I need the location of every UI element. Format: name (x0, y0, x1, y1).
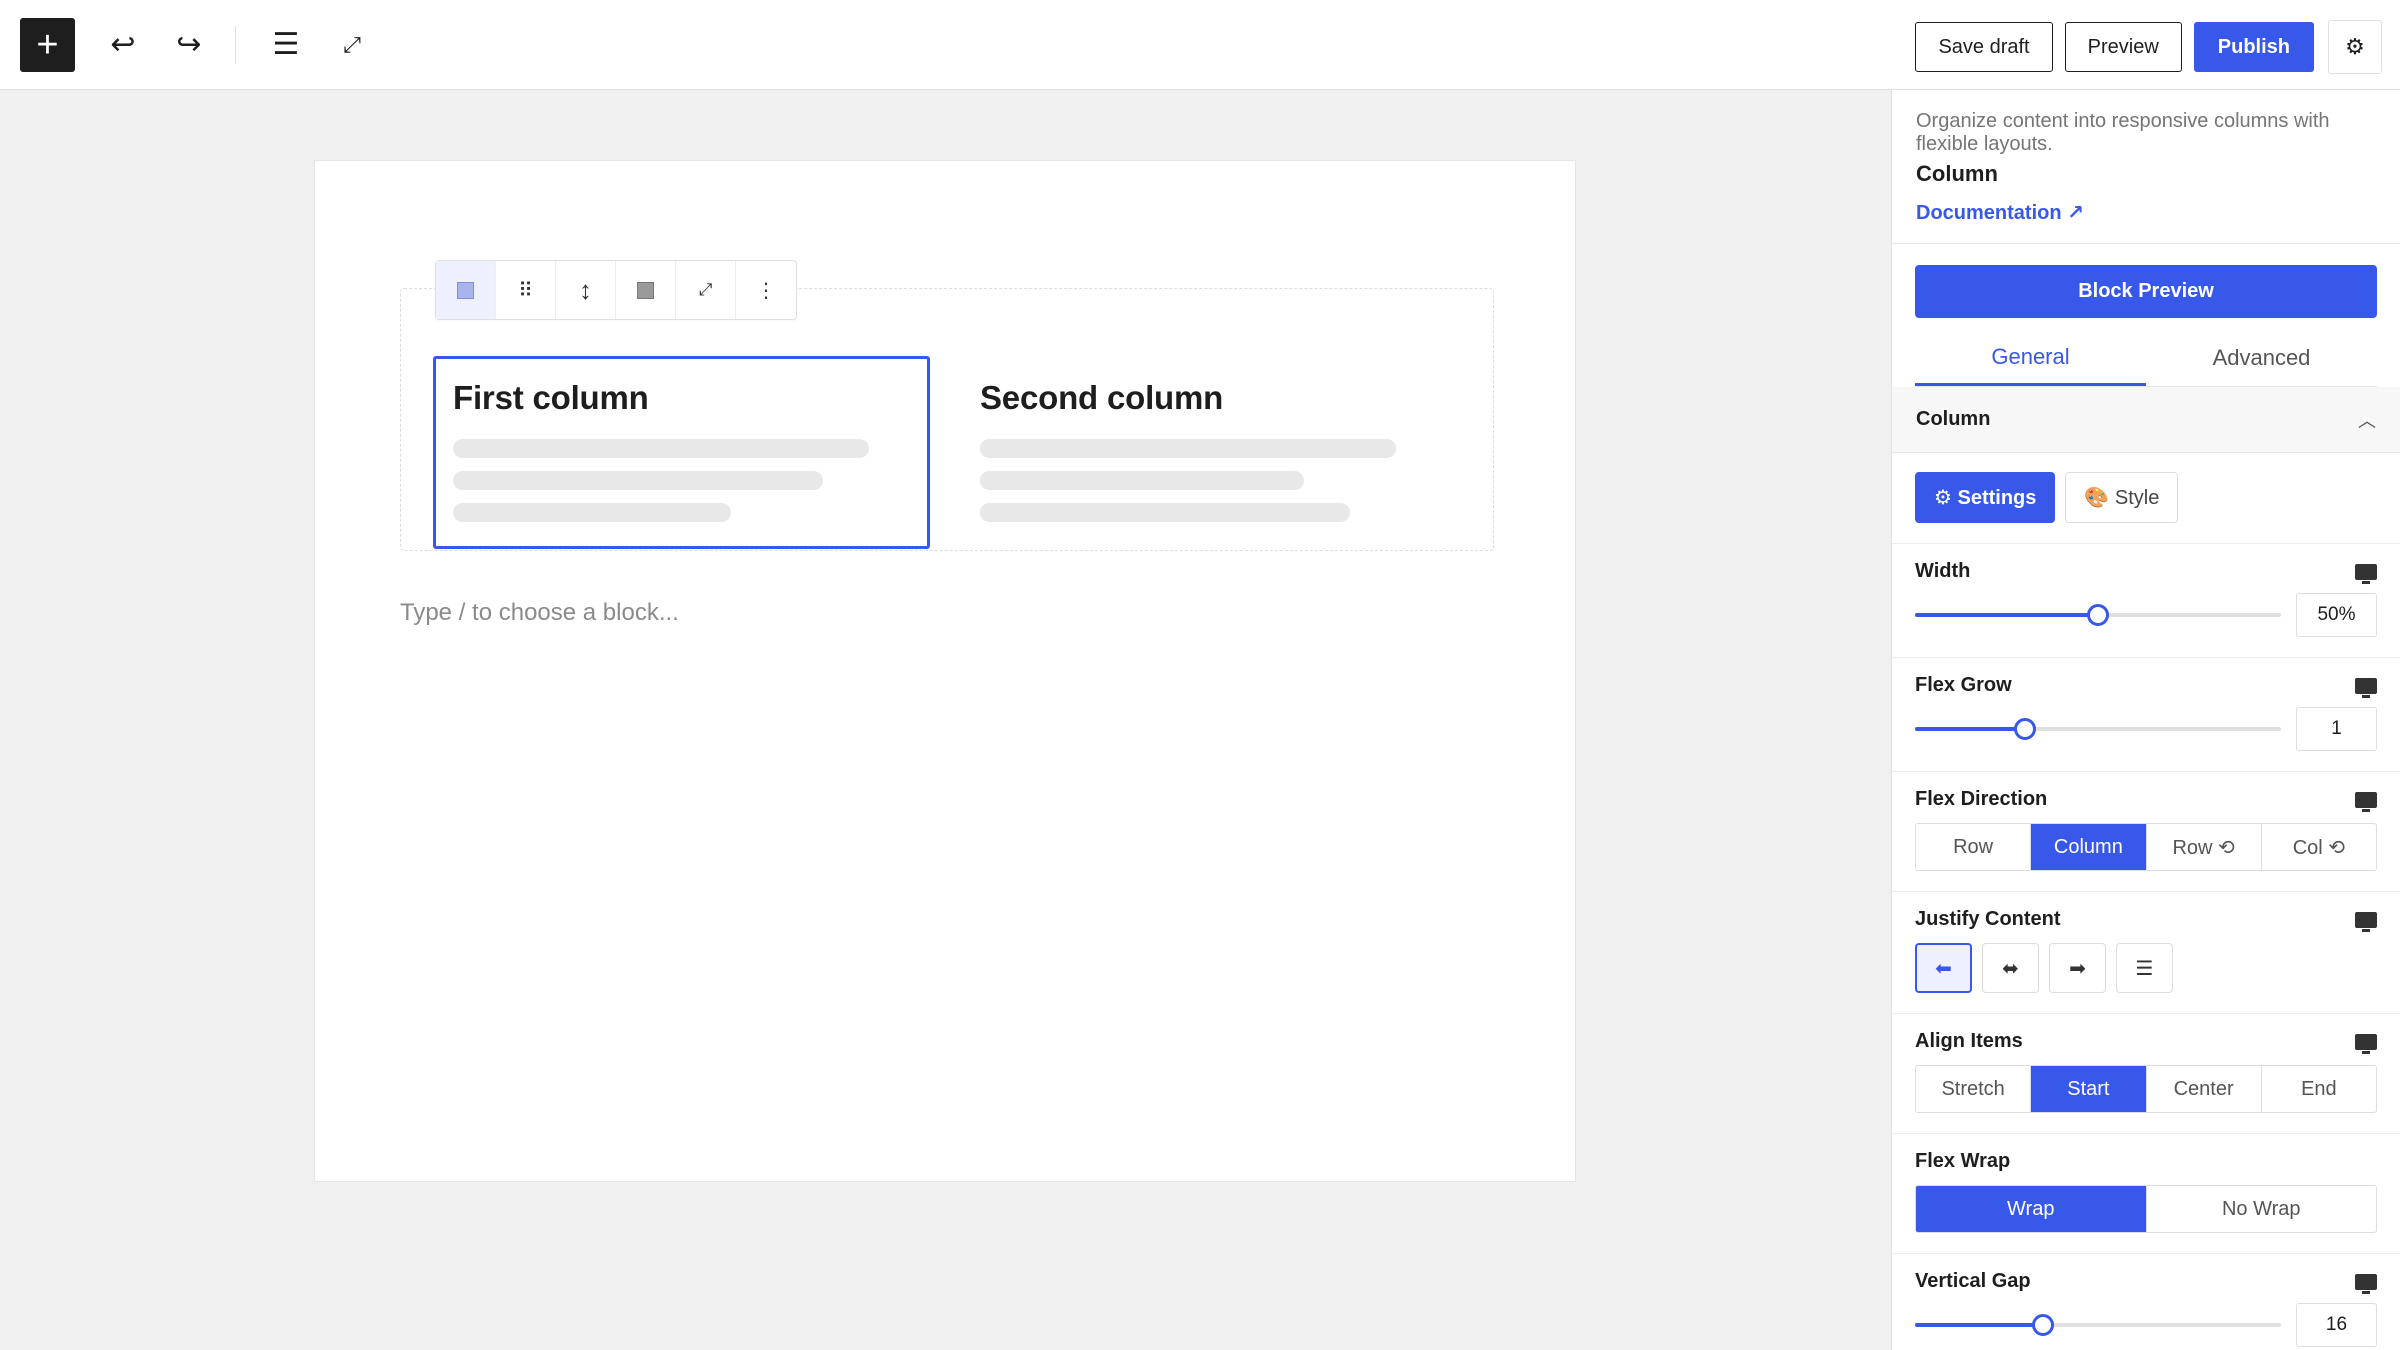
settings-segment[interactable]: ⚙ Settings (1915, 472, 2056, 523)
column-first[interactable]: First column (433, 356, 930, 549)
top-toolbar: + ↩ ↪ ☰ ⤢ Save draft Preview Publish ⚙ (0, 0, 2400, 90)
style-segment[interactable]: 🎨 Style (2065, 472, 2179, 523)
save-draft-button[interactable]: Save draft (1915, 22, 2053, 72)
settings-style-switch: ⚙ Settings 🎨 Style (1892, 453, 2400, 544)
slider-handle[interactable] (2013, 718, 2036, 740)
documentation-link[interactable]: Documentation ↗ (1916, 200, 2376, 225)
align-items-control: Align Items Stretch Start Center End (1892, 1014, 2400, 1134)
flex-grow-slider[interactable] (1915, 718, 2281, 740)
layout-button[interactable] (616, 261, 676, 319)
block-name: Column (1916, 161, 1998, 186)
column-second[interactable]: Second column (960, 356, 1457, 549)
expand-icon[interactable]: ⤢ (676, 261, 736, 319)
panel-title: Column (1916, 408, 1991, 430)
width-slider[interactable] (1915, 604, 2281, 626)
placeholder-line (453, 503, 731, 522)
flex-direction-column[interactable]: Column (2031, 824, 2147, 870)
desktop-icon[interactable] (2355, 677, 2377, 698)
flex-direction-column-reverse[interactable]: Col ⟲ (2262, 824, 2376, 870)
toolbar-left: + ↩ ↪ ☰ ⤢ (0, 0, 382, 89)
fullscreen-icon[interactable]: ⤢ (322, 15, 382, 75)
column-heading: First column (453, 379, 649, 416)
block-toolbar: ⠿ ↕ ⤢ ⋮ (435, 260, 797, 320)
drag-handle-icon[interactable]: ⠿ (496, 261, 556, 319)
placeholder-line (980, 503, 1350, 522)
justify-start-icon[interactable]: ⬅ (1915, 943, 1972, 993)
placeholder-line (980, 471, 1304, 490)
flex-direction-options: Row Column Row ⟲ Col ⟲ (1915, 823, 2377, 871)
align-start[interactable]: Start (2031, 1066, 2147, 1112)
flex-wrap-label: Flex Wrap (1915, 1150, 2011, 1172)
desktop-icon[interactable] (2355, 791, 2377, 812)
list-view-icon[interactable]: ☰ (256, 15, 316, 75)
block-type-button[interactable] (436, 261, 496, 319)
desktop-icon[interactable] (2355, 1033, 2377, 1054)
width-label: Width (1915, 560, 1971, 582)
column-panel-header[interactable]: Column ︿ (1892, 387, 2400, 453)
column-block-icon (457, 281, 474, 299)
vertical-gap-label: Vertical Gap (1915, 1270, 2031, 1292)
column-heading: Second column (980, 379, 1224, 416)
flex-wrap-wrap[interactable]: Wrap (1916, 1186, 2147, 1232)
tab-advanced[interactable]: Advanced (2146, 330, 2377, 386)
flex-wrap-nowrap[interactable]: No Wrap (2147, 1186, 2377, 1232)
justify-content-label: Justify Content (1915, 908, 2061, 930)
vertical-gap-control: Vertical Gap 16 (1892, 1254, 2400, 1350)
publish-button[interactable]: Publish (2193, 22, 2314, 72)
flex-grow-label: Flex Grow (1915, 674, 2012, 696)
placeholder-line (980, 439, 1396, 458)
flex-direction-label: Flex Direction (1915, 788, 2048, 810)
align-stretch[interactable]: Stretch (1916, 1066, 2032, 1112)
redo-icon[interactable]: ↪ (159, 15, 219, 75)
align-items-label: Align Items (1915, 1030, 2023, 1052)
move-up-down-icon[interactable]: ↕ (556, 261, 616, 319)
layout-icon (637, 281, 654, 299)
align-center[interactable]: Center (2147, 1066, 2262, 1112)
slider-handle[interactable] (2087, 604, 2109, 626)
flex-direction-control: Flex Direction Row Column Row ⟲ Col ⟲ (1892, 772, 2400, 892)
settings-icon[interactable]: ⚙ (2328, 20, 2382, 74)
block-description: Organize content into responsive columns… (1916, 110, 2330, 155)
align-end[interactable]: End (2262, 1066, 2376, 1112)
width-control: Width 50% (1892, 544, 2400, 658)
justify-content-control: Justify Content ⬅ ⬌ ➡ ☰ (1892, 892, 2400, 1014)
justify-end-icon[interactable]: ➡ (2049, 943, 2106, 993)
justify-content-options: ⬅ ⬌ ➡ ☰ (1915, 943, 2377, 993)
more-options-icon[interactable]: ⋮ (736, 261, 796, 319)
flex-direction-row[interactable]: Row (1916, 824, 2032, 870)
placeholder-line (453, 439, 869, 458)
flex-direction-row-reverse[interactable]: Row ⟲ (2147, 824, 2262, 870)
add-block-button[interactable]: + (20, 17, 75, 72)
flex-grow-input[interactable]: 1 (2296, 707, 2377, 751)
vertical-gap-input[interactable]: 16 (2296, 1303, 2377, 1347)
undo-icon[interactable]: ↩ (93, 15, 153, 75)
preview-button[interactable]: Preview (2064, 22, 2182, 72)
flex-wrap-options: Wrap No Wrap (1915, 1185, 2377, 1233)
chevron-up-icon[interactable]: ︿ (2358, 407, 2376, 433)
block-preview-button[interactable]: Block Preview (1915, 265, 2377, 318)
justify-center-icon[interactable]: ⬌ (1982, 943, 2039, 993)
block-appender-placeholder[interactable]: Type / to choose a block... (400, 599, 679, 627)
tab-general[interactable]: General (1915, 330, 2146, 386)
toolbar-right: Save draft Preview Publish ⚙ (1915, 20, 2382, 74)
flex-wrap-control: Flex Wrap Wrap No Wrap (1892, 1134, 2400, 1254)
align-items-options: Stretch Start Center End (1915, 1065, 2377, 1113)
settings-sidebar: Organize content into responsive columns… (1891, 90, 2400, 1350)
justify-space-between-icon[interactable]: ☰ (2116, 943, 2173, 993)
placeholder-line (453, 471, 823, 490)
block-info: Organize content into responsive columns… (1892, 90, 2400, 244)
width-input[interactable]: 50% (2296, 593, 2377, 637)
flex-grow-control: Flex Grow 1 (1892, 658, 2400, 772)
toolbar-divider (235, 25, 236, 64)
slider-handle[interactable] (2032, 1314, 2055, 1336)
desktop-icon[interactable] (2355, 1273, 2377, 1294)
desktop-icon[interactable] (2355, 563, 2377, 584)
sidebar-tabs: General Advanced (1915, 330, 2377, 387)
desktop-icon[interactable] (2355, 911, 2377, 932)
vertical-gap-slider[interactable] (1915, 1314, 2281, 1336)
editor-canvas: ⠿ ↕ ⤢ ⋮ First column Second column Type … (314, 160, 1576, 1182)
